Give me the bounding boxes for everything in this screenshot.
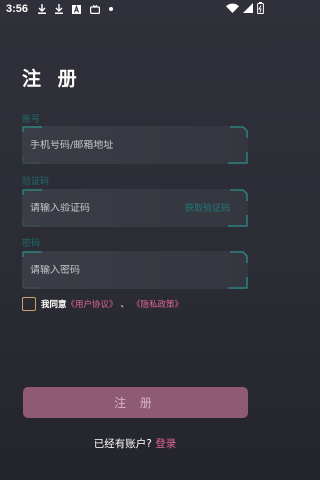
code-input[interactable] [30,202,180,214]
tv-icon [90,4,101,14]
dot-icon [109,7,114,11]
account-field-container [22,126,248,164]
login-prompt: 已经有账户? [93,438,156,450]
login-link[interactable]: 登录 [155,438,176,450]
agreement-separator: 、 [120,300,130,310]
code-label: 验证码 [22,177,50,187]
download-icon [38,4,47,14]
status-bar: 3:56 [0,0,270,18]
account-label: 账号 [22,115,41,125]
battery-icon [257,1,264,17]
status-time: 3:56 [6,3,29,15]
privacy-policy-link[interactable]: 《隐私政策》 [132,298,183,310]
agreement-checkbox[interactable] [22,297,36,311]
agreement-row: 我同意 《用户协议》 、 《隐私政策》 [22,297,183,311]
register-button[interactable]: 注 册 [23,387,248,418]
agreement-prefix: 我同意 [41,300,67,310]
user-agreement-link[interactable]: 《用户协议》 [67,298,118,310]
download-icon [55,4,64,14]
system-icons [226,1,264,17]
notification-icons [38,4,114,14]
get-code-button[interactable]: 获取验证码 [185,201,230,214]
wifi-icon [226,3,239,16]
page-title: 注 册 [22,68,82,90]
account-input[interactable] [30,139,180,151]
password-input[interactable] [30,264,180,276]
font-icon [72,4,82,14]
signal-icon [243,2,253,16]
login-row: 已经有账户? 登录 [0,436,270,451]
code-field-container: 获取验证码 [22,189,248,227]
password-field-container [22,251,248,289]
password-label: 密码 [22,239,41,249]
